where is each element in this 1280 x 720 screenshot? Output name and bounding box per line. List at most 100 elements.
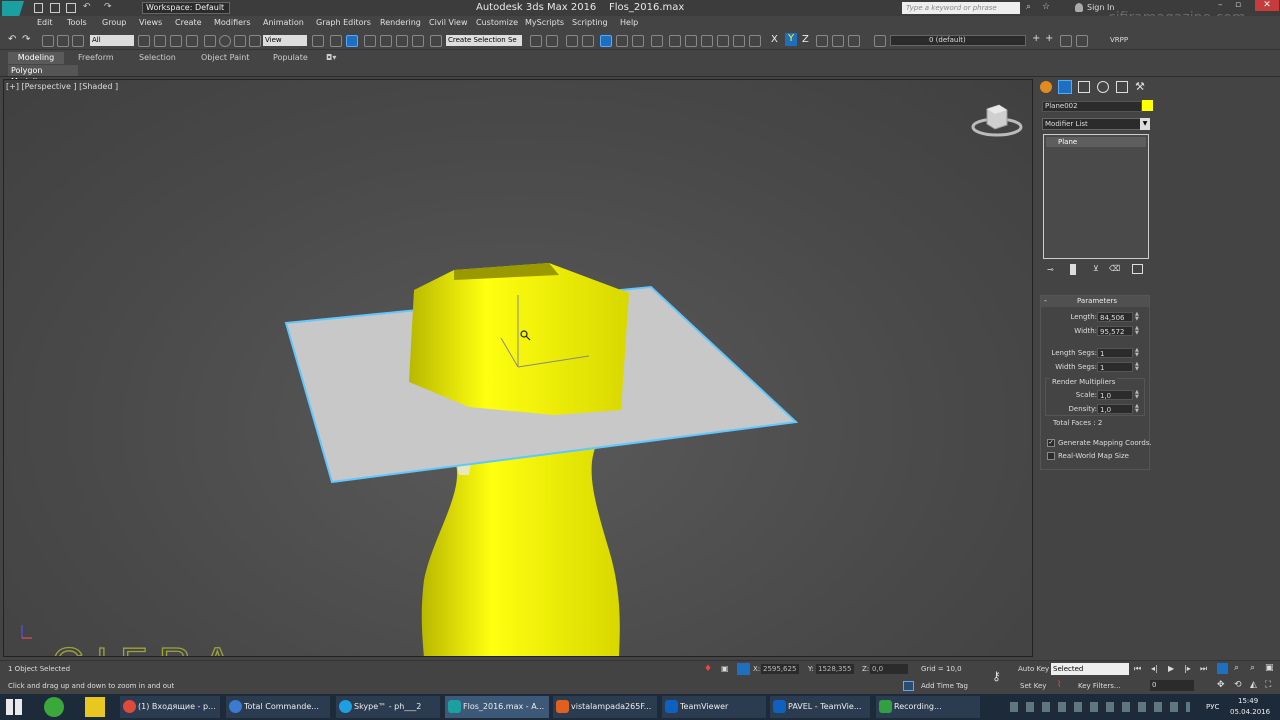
batman-app-icon[interactable] <box>85 697 105 717</box>
generate-mapping-label[interactable]: Generate Mapping Coords. <box>1058 439 1152 447</box>
scale-field[interactable]: 1,0 <box>1097 390 1133 400</box>
rollout-minus-icon[interactable]: - <box>1044 296 1047 305</box>
add-layer-icon[interactable]: + <box>1032 33 1040 44</box>
taskbar-item-vistalampada[interactable]: vistalampada265F... <box>553 696 657 718</box>
axis-xy-icon[interactable] <box>816 35 828 47</box>
maximize-icon[interactable]: ▫ <box>1235 0 1241 10</box>
material-editor-icon[interactable] <box>651 35 663 47</box>
real-world-checkbox[interactable] <box>1047 452 1055 460</box>
fov-icon[interactable]: ◭ <box>1250 680 1257 690</box>
lock-selection-icon[interactable]: ▣ <box>721 664 729 673</box>
width-segs-field[interactable]: 1 <box>1097 362 1133 372</box>
rollout-toggle[interactable]: - Parameters <box>1041 296 1149 307</box>
undo-icon[interactable]: ↶ <box>83 2 91 12</box>
selection-filter-dropdown[interactable]: All <box>90 35 134 46</box>
ribbon-subtitle[interactable]: Polygon Modeling <box>8 65 78 86</box>
menu-modifiers[interactable]: Modifiers <box>214 18 251 27</box>
utilities-tab-icon[interactable]: ⚒ <box>1135 80 1145 93</box>
tab-populate[interactable]: Populate <box>273 52 308 64</box>
time-tag-icon[interactable] <box>903 681 914 691</box>
zoom-all-icon[interactable]: ⌕ <box>1250 663 1255 673</box>
tab-selection[interactable]: Selection <box>139 52 176 64</box>
zoom-icon[interactable]: ⌕ <box>1234 663 1239 673</box>
y-coord-field[interactable]: 1528,355 <box>816 664 854 674</box>
next-frame-icon[interactable]: |▸ <box>1184 664 1191 673</box>
workspace-dropdown[interactable]: Workspace: Default <box>142 2 230 14</box>
search-icon[interactable]: ⌕ <box>1026 2 1031 12</box>
stack-item-plane[interactable]: Plane <box>1046 137 1146 147</box>
taskbar-item-3dsmax[interactable]: Flos_2016.max - A... <box>445 696 549 718</box>
taskbar-item-total-commander[interactable]: Total Commande... <box>226 696 330 718</box>
menu-help[interactable]: Help <box>620 18 638 27</box>
menu-customize[interactable]: Customize <box>476 18 518 27</box>
display-tab-icon[interactable] <box>1116 81 1128 93</box>
save-file-icon[interactable] <box>66 3 76 13</box>
z-coord-field[interactable]: 0,0 <box>870 664 908 674</box>
configure-sets-icon[interactable] <box>1132 264 1143 274</box>
object-color-swatch[interactable] <box>1142 100 1153 111</box>
motion-tab-icon[interactable] <box>1097 81 1109 93</box>
width-spinner[interactable]: ▲ ▼ <box>1135 326 1141 336</box>
window-crossing-icon[interactable] <box>186 35 198 47</box>
menu-create[interactable]: Create <box>175 18 202 27</box>
move-icon[interactable] <box>204 35 216 47</box>
taskbar-item-teamviewer[interactable]: TeamViewer <box>662 696 766 718</box>
clock-date[interactable]: 05.04.2016 <box>1230 708 1270 716</box>
angle-snap-icon[interactable] <box>380 35 392 47</box>
start-button-icon[interactable] <box>6 699 22 715</box>
unlink-icon[interactable] <box>57 35 69 47</box>
pin-stack-icon[interactable]: ⊸ <box>1047 265 1054 274</box>
rollout-title[interactable]: Parameters <box>1077 297 1117 305</box>
clock-time[interactable]: 15:49 <box>1238 697 1258 705</box>
named-selection-sets-dropdown[interactable]: Create Selection Se <box>446 35 522 46</box>
tab-freeform[interactable]: Freeform <box>78 52 114 64</box>
menu-civil-view[interactable]: Civil View <box>429 18 468 27</box>
tab-object-paint[interactable]: Object Paint <box>201 52 249 64</box>
axis-y-button[interactable]: Y <box>785 33 797 46</box>
close-icon[interactable]: ✕ <box>1255 0 1279 11</box>
make-unique-icon[interactable]: ⊻ <box>1093 264 1099 273</box>
search-input[interactable]: Type a keyword or phrase <box>902 2 1020 14</box>
rotate-icon[interactable] <box>219 35 231 47</box>
menu-rendering[interactable]: Rendering <box>380 18 421 27</box>
spinner-snap-icon[interactable] <box>412 35 424 47</box>
modify-tab-icon[interactable] <box>1058 80 1072 94</box>
go-to-start-icon[interactable]: ⏮ <box>1134 664 1141 674</box>
pivot-center-icon[interactable] <box>312 35 324 47</box>
axis-cycle-icon[interactable] <box>832 35 844 47</box>
open-file-icon[interactable] <box>50 3 60 13</box>
add-time-tag-button[interactable]: Add Time Tag <box>921 682 968 690</box>
zoom-extents-icon[interactable]: ▣ <box>1265 663 1274 673</box>
orbit-icon[interactable]: ⟲ <box>1234 680 1242 690</box>
edit-named-sel-icon[interactable] <box>430 35 442 47</box>
language-indicator[interactable]: РУС <box>1206 703 1219 711</box>
real-world-label[interactable]: Real-World Map Size <box>1058 452 1129 460</box>
width-field[interactable]: 95,572 <box>1097 326 1133 336</box>
menu-scripting[interactable]: Scripting <box>572 18 608 27</box>
scene-explorer-icon[interactable] <box>582 35 594 47</box>
key-icon[interactable]: ⚷ <box>992 669 1001 683</box>
ribbon-options-icon[interactable]: ◘▾ <box>326 52 336 64</box>
utorrent-icon[interactable] <box>44 697 64 717</box>
menu-animation[interactable]: Animation <box>263 18 304 27</box>
schematic-view-icon[interactable] <box>632 35 644 47</box>
key-mode-dropdown[interactable]: Selected <box>1051 663 1129 675</box>
select-manipulate-icon[interactable] <box>330 35 342 47</box>
transform-mode-icon[interactable] <box>737 663 750 675</box>
key-filters-button[interactable]: Key Filters... <box>1078 682 1121 690</box>
hierarchy-tab-icon[interactable] <box>1078 81 1090 93</box>
ribbon-toggle-icon[interactable] <box>600 35 612 47</box>
object-name-field[interactable]: Plane002 <box>1042 101 1142 112</box>
axis-x-button[interactable]: X <box>771 34 778 45</box>
menu-graph-editors[interactable]: Graph Editors <box>316 18 371 27</box>
curve-editor-icon[interactable] <box>616 35 628 47</box>
length-field[interactable]: 84,506 <box>1097 312 1133 322</box>
user-icon[interactable] <box>1075 3 1083 12</box>
select-layer-icon[interactable] <box>1060 35 1072 47</box>
percent-snap-icon[interactable] <box>396 35 408 47</box>
menu-views[interactable]: Views <box>139 18 162 27</box>
taskbar-item-skype[interactable]: Skype™ - ph___2 <box>336 696 440 718</box>
new-file-icon[interactable] <box>34 3 43 13</box>
ref-coord-dropdown[interactable]: View <box>263 35 307 46</box>
generate-mapping-checkbox[interactable]: ✓ <box>1047 439 1055 447</box>
